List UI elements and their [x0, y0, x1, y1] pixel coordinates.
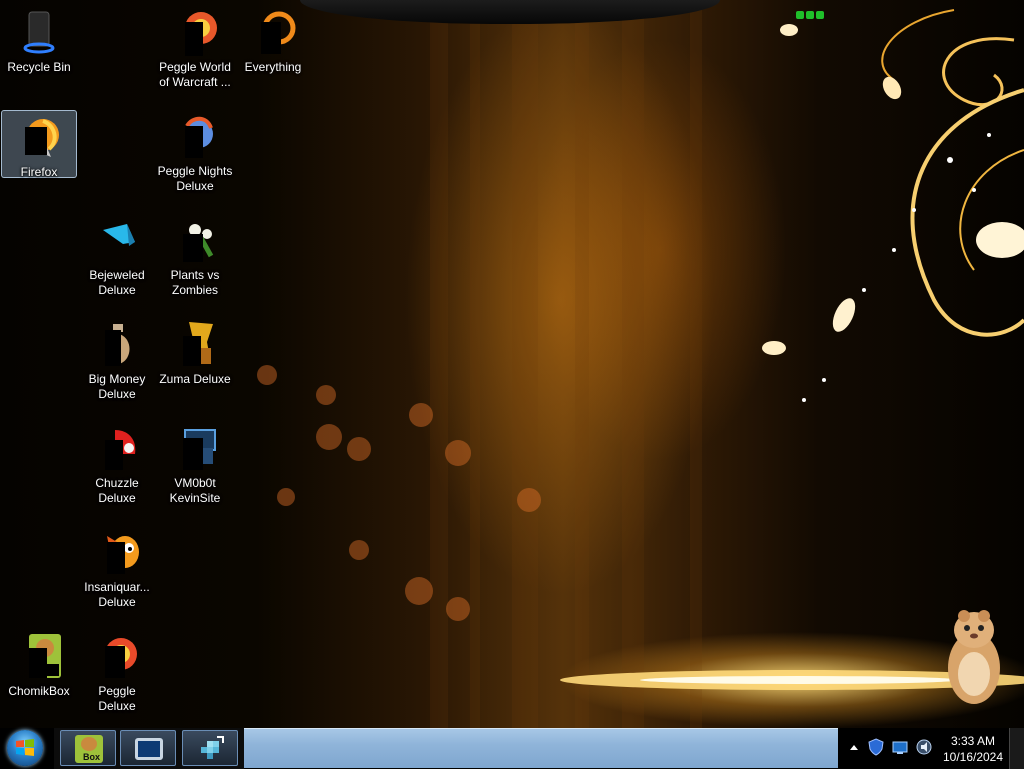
top-bezel [300, 0, 824, 24]
desktop-icon-vm0b0t-kevinsite[interactable]: VM0b0t KevinSite [157, 422, 233, 522]
desktop-icon-everything[interactable]: Everything [235, 6, 311, 106]
monitor-icon [135, 738, 163, 760]
windows-logo-icon [16, 739, 34, 756]
taskbar-pinned-area: Box [54, 728, 244, 769]
start-area [0, 728, 54, 769]
network-icon[interactable] [892, 738, 908, 756]
vm-shortcut-icon [171, 424, 219, 472]
desktop-icon-plants-vs-zombies[interactable]: Plants vs Zombies [157, 214, 233, 314]
recycle-bin-icon [15, 8, 63, 56]
bejeweled-gem-icon [93, 216, 141, 264]
network-cube-icon [197, 735, 225, 763]
icon-label: Zuma Deluxe [159, 372, 231, 386]
insaniquarium-fish-icon [93, 528, 141, 576]
desktop-icon-insaniquarium-deluxe[interactable]: Insaniquar... Deluxe [79, 526, 155, 626]
icon-label: Plants vs Zombies [170, 268, 220, 297]
desktop-icon-chuzzle-deluxe[interactable]: Chuzzle Deluxe [79, 422, 155, 522]
icon-label: Peggle Deluxe [98, 684, 136, 713]
desktop-icon-peggle-world-of-warcraft[interactable]: Peggle World of Warcraft ... [157, 6, 233, 106]
icon-label: Peggle World of Warcraft ... [159, 60, 231, 89]
chomikbox-icon: Box [75, 735, 103, 763]
icon-label: Bejeweled Deluxe [89, 268, 145, 297]
icon-label: VM0b0t KevinSite [169, 476, 221, 505]
plants-vs-zombies-icon [171, 216, 219, 264]
taskbar-network-button[interactable] [182, 730, 238, 766]
desktop-icon-bejeweled-deluxe[interactable]: Bejeweled Deluxe [79, 214, 155, 314]
shield-icon[interactable] [868, 738, 884, 756]
icon-label: Big Money Deluxe [88, 372, 146, 401]
floral-swirl-decoration [762, 9, 1024, 402]
icon-label: Everything [244, 60, 302, 74]
icon-label: Chuzzle Deluxe [95, 476, 139, 505]
desktop-icon-peggle-nights-deluxe[interactable]: Peggle Nights Deluxe [157, 110, 233, 210]
icon-label: Firefox [20, 165, 58, 179]
taskbar-clock[interactable]: 3:33 AM 10/16/2024 [938, 733, 1008, 765]
peggle-icon [93, 632, 141, 680]
start-button[interactable] [7, 730, 43, 766]
desktop-icon-big-money-deluxe[interactable]: Big Money Deluxe [79, 318, 155, 418]
taskbar-monitor-button[interactable] [120, 730, 176, 766]
everything-search-icon [249, 8, 297, 56]
chuzzle-icon [93, 424, 141, 472]
icon-label: ChomikBox [8, 684, 70, 698]
desktop-icon-peggle-deluxe[interactable]: Peggle Deluxe [79, 630, 155, 728]
peggle-icon [171, 8, 219, 56]
chomikbox-box-text: Box [83, 752, 101, 762]
big-money-icon [93, 320, 141, 368]
desktop-icon-chomikbox[interactable]: ChomikBox [1, 630, 77, 728]
zuma-icon [171, 320, 219, 368]
show-desktop-button[interactable] [1009, 728, 1024, 769]
show-hidden-icons-icon[interactable] [846, 738, 862, 756]
peggle-nights-icon [171, 112, 219, 160]
icon-label: Recycle Bin [7, 60, 71, 74]
firefox-icon [15, 113, 63, 161]
clock-date: 10/16/2024 [942, 750, 1004, 764]
chomikbox-icon [15, 632, 63, 680]
hamster-mascot-icon [948, 610, 1000, 704]
taskbar-chomikbox-button[interactable]: Box [60, 730, 116, 766]
volume-icon[interactable] [916, 738, 932, 756]
taskbar: Box 3:33 AM 10/16/2024 [0, 728, 1024, 769]
desktop-icon-recycle-bin[interactable]: Recycle Bin [1, 6, 77, 106]
desktop-background: Recycle Bin Peggle World of Warcraft ...… [0, 0, 1024, 728]
icon-label: Peggle Nights Deluxe [157, 164, 233, 193]
desktop-icon-firefox[interactable]: Firefox [1, 110, 77, 179]
desktop-icon-zuma-deluxe[interactable]: Zuma Deluxe [157, 318, 233, 418]
clock-time: 3:33 AM [950, 734, 996, 748]
icon-label: Insaniquar... Deluxe [84, 580, 150, 609]
